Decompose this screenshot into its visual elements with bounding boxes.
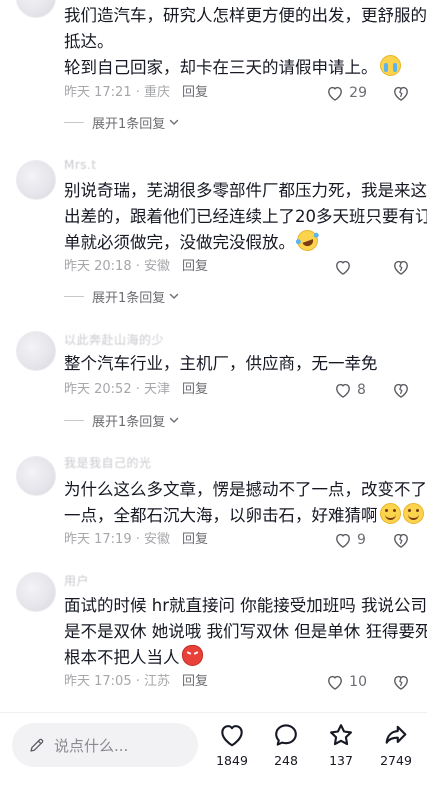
share-post-count: 2749	[380, 753, 412, 768]
heart-icon	[336, 383, 350, 398]
avatar[interactable]	[16, 331, 56, 371]
comment-text-line: 别说奇瑞，芜湖很多零部件厂都压力死，我是来这	[64, 181, 427, 200]
comment-text-line: 抵达。	[64, 32, 114, 51]
like-count: 9	[357, 532, 366, 548]
expand-replies-button[interactable]: 展开1条回复	[64, 286, 180, 306]
comment-text-line: 一点，全都石沉大海，以卵击石，好难猜啊	[64, 506, 378, 525]
comment-input[interactable]: 说点什么...	[12, 723, 198, 767]
comment-time-location: 昨天 20:52 · 天津	[64, 382, 170, 397]
crying-emoji-icon	[379, 55, 401, 76]
chevron-down-icon	[170, 293, 179, 299]
comment-text-line: 为什么这么多文章，愣是撼动不了一点，改变不了	[64, 480, 427, 499]
share-arrow-icon	[385, 725, 407, 744]
avatar[interactable]	[16, 572, 56, 612]
like-post-button[interactable]: 1849	[209, 721, 255, 768]
comment-bubble-icon	[275, 724, 297, 746]
like-button[interactable]: 9	[333, 529, 367, 551]
comment-time-location: 昨天 17:21 · 重庆	[64, 85, 170, 100]
like-button[interactable]: 10	[325, 671, 367, 693]
expand-replies-label: 展开1条回复	[92, 414, 166, 430]
comment-text-line: 整个汽车行业，主机厂，供应商，无一幸免	[64, 354, 378, 373]
like-count: 10	[349, 674, 367, 690]
heart-icon	[328, 675, 343, 690]
comment-time-location: 昨天 20:18 · 安徽	[64, 259, 170, 274]
like-button[interactable]	[333, 256, 367, 278]
comment-text-line: 我们造汽车，研究人怎样更方便的出发，更舒服的	[64, 6, 427, 25]
comment-text: 面试的时候 hr就直接问 你能接受加班吗 我说公司 是不是双休 她说哦 我们写双…	[64, 593, 427, 671]
comment-text-line: 出差的，跟着他们已经连续上了20多天班只要有订	[64, 207, 427, 226]
expand-replies-button[interactable]: 展开1条回复	[64, 410, 180, 430]
smiling-emoji-icon	[402, 503, 424, 524]
expand-replies-label: 展开1条回复	[92, 116, 166, 132]
like-button[interactable]: 8	[333, 379, 367, 401]
username[interactable]: 我是我自己的光	[64, 454, 152, 471]
laugh-crying-emoji-icon	[294, 227, 321, 254]
username[interactable]: 用户	[64, 572, 89, 589]
bottom-action-bar: 说点什么... 1849 248 137 2749	[0, 712, 427, 801]
comment-text: 为什么这么多文章，愣是撼动不了一点，改变不了 一点，全都石沉大海，以卵击石，好难…	[64, 477, 427, 529]
heart-icon	[221, 725, 243, 747]
like-post-count: 1849	[216, 753, 248, 768]
reply-button[interactable]: 回复	[182, 83, 208, 103]
like-count: 29	[349, 85, 367, 101]
star-icon	[330, 724, 352, 746]
divider	[64, 295, 84, 297]
reply-button[interactable]: 回复	[182, 380, 208, 400]
comment-time-location: 昨天 17:19 · 安徽	[64, 532, 170, 547]
comment-text-line: 是不是双休 她说哦 我们写双休 但是单休 狂得要死	[64, 622, 427, 641]
broken-heart-icon[interactable]	[391, 380, 411, 400]
expand-replies-label: 展开1条回复	[92, 290, 166, 306]
avatar[interactable]	[16, 160, 56, 200]
comment-post-count: 248	[274, 753, 298, 768]
username[interactable]: Mrs.t	[64, 158, 97, 172]
comment-time-location: 昨天 17:05 · 江苏	[64, 674, 170, 689]
reply-button[interactable]: 回复	[182, 530, 208, 550]
comment-post-button[interactable]: 248	[263, 721, 309, 768]
heart-icon	[336, 533, 350, 548]
like-button[interactable]: 29	[325, 82, 367, 104]
username[interactable]: 以此奔赴山海的少	[64, 331, 164, 348]
divider	[64, 419, 84, 421]
favorite-post-button[interactable]: 137	[318, 721, 364, 768]
broken-heart-icon[interactable]	[391, 83, 411, 103]
comment-text: 整个汽车行业，主机厂，供应商，无一幸免	[64, 351, 409, 377]
comment-text-line: 根本不把人当人	[64, 648, 180, 667]
comment-text-line: 单就必须做完，没做完没假放。	[64, 233, 295, 252]
chevron-down-icon	[170, 417, 179, 423]
broken-heart-icon[interactable]	[391, 672, 411, 692]
heart-icon	[336, 260, 350, 275]
smiling-emoji-icon	[379, 503, 401, 524]
comment-list: 我们造汽车，研究人怎样更方便的出发，更舒服的 抵达。 轮到自己回家，却卡在三天的…	[0, 0, 427, 712]
pencil-icon	[30, 738, 44, 752]
comment-text: 别说奇瑞，芜湖很多零部件厂都压力死，我是来这 出差的，跟着他们已经连续上了20多…	[64, 178, 427, 256]
like-count: 8	[357, 382, 366, 398]
expand-replies-button[interactable]: 展开1条回复	[64, 112, 180, 132]
avatar[interactable]	[16, 456, 56, 496]
heart-icon	[328, 86, 343, 101]
comment-text-line: 轮到自己回家，却卡在三天的请假申请上。	[64, 58, 378, 77]
chevron-down-icon	[170, 119, 179, 125]
broken-heart-icon[interactable]	[391, 257, 411, 277]
divider	[64, 121, 84, 123]
comment-text: 我们造汽车，研究人怎样更方便的出发，更舒服的 抵达。 轮到自己回家，却卡在三天的…	[64, 3, 427, 81]
favorite-post-count: 137	[329, 753, 353, 768]
comment-text-line: 面试的时候 hr就直接问 你能接受加班吗 我说公司	[64, 596, 427, 615]
reply-button[interactable]: 回复	[182, 257, 208, 277]
broken-heart-icon[interactable]	[391, 530, 411, 550]
comment-input-placeholder: 说点什么...	[54, 737, 129, 755]
reply-button[interactable]: 回复	[182, 672, 208, 692]
avatar[interactable]	[16, 0, 56, 18]
angry-emoji-icon	[181, 645, 203, 666]
share-post-button[interactable]: 2749	[373, 721, 419, 768]
